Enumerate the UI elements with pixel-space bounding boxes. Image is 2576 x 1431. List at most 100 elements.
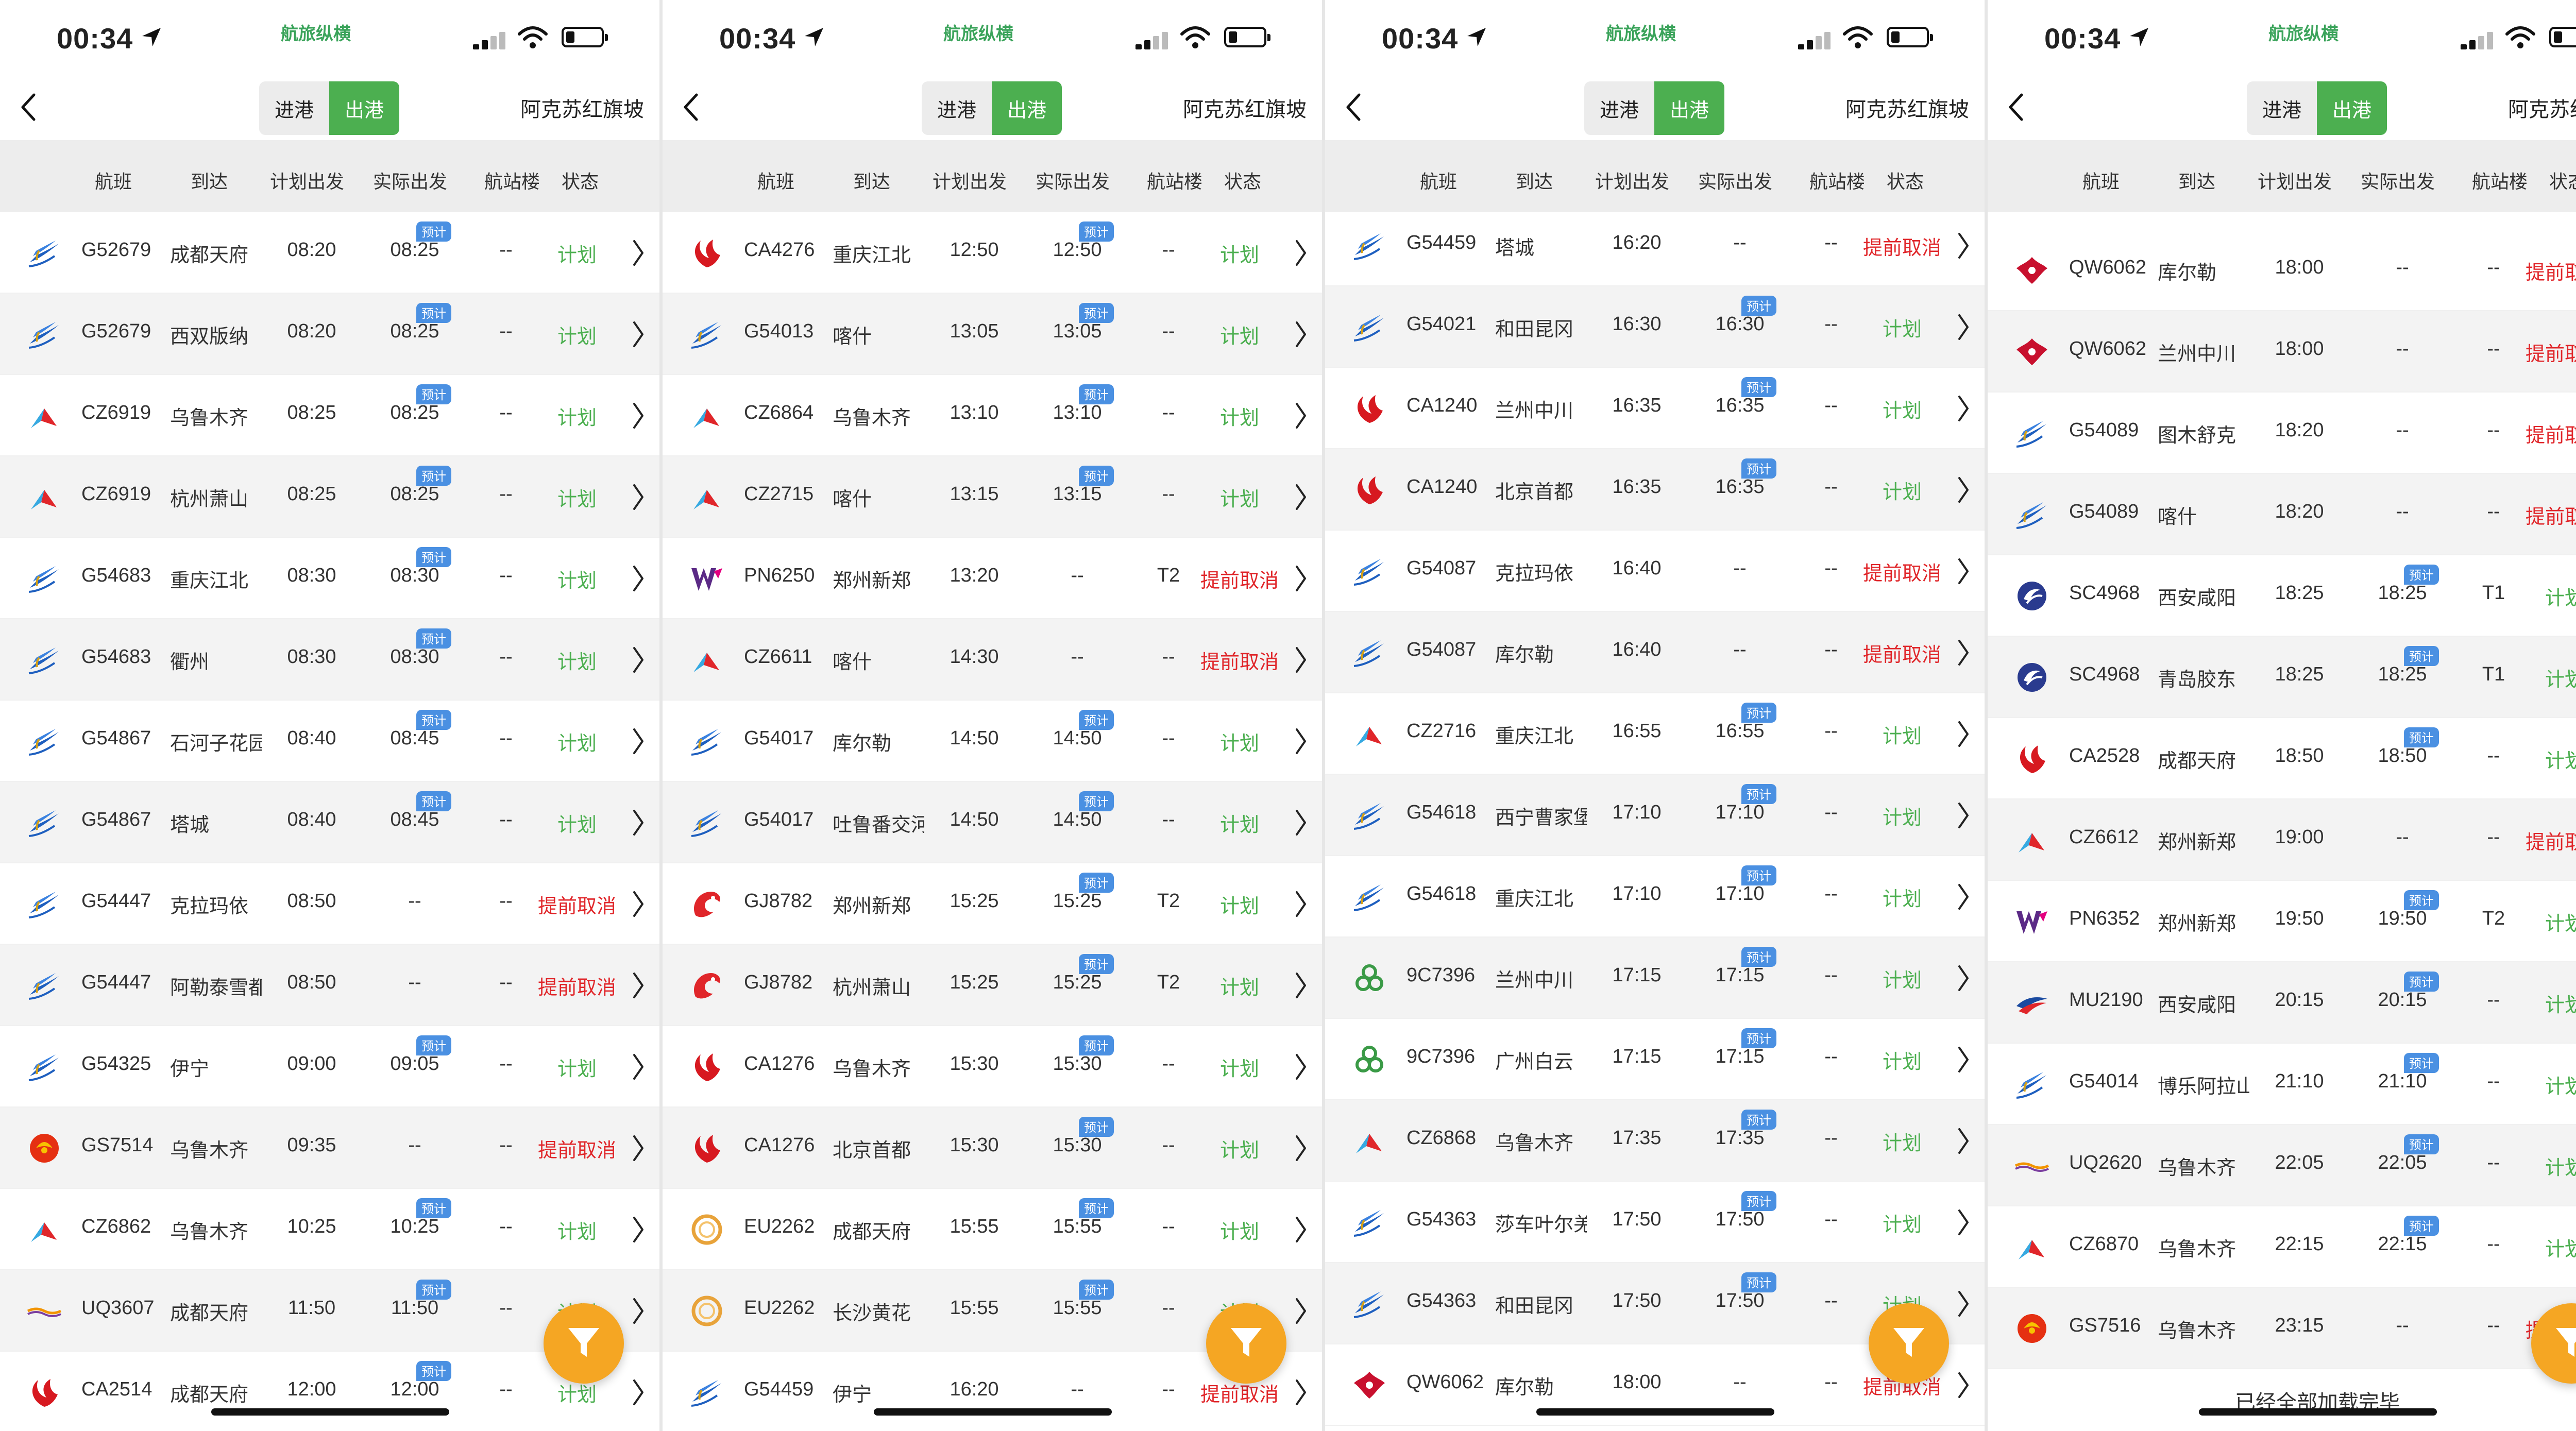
chevron-right-icon[interactable] <box>631 319 646 349</box>
flight-row[interactable]: CA1276 乌鲁木齐 15:30 15:30 -- 计划 预计 <box>663 1026 1322 1108</box>
flight-row[interactable]: CZ6919 杭州萧山 08:25 08:25 -- 计划 预计 <box>0 456 659 538</box>
chevron-right-icon[interactable] <box>631 970 646 1000</box>
flight-row[interactable]: CZ6611 喀什 14:30 -- -- 提前取消 <box>663 619 1322 701</box>
flight-row[interactable]: G54089喀什18:20----提前取消 <box>1988 474 2576 555</box>
chevron-right-icon[interactable] <box>1294 238 1308 268</box>
flight-row[interactable]: CA1276 北京首都 15:30 15:30 -- 计划 预计 <box>663 1108 1322 1189</box>
tab-arrivals[interactable]: 进港 <box>259 81 329 135</box>
chevron-right-icon[interactable] <box>631 564 646 593</box>
flight-row[interactable]: CZ6919 乌鲁木齐 08:25 08:25 -- 计划 预计 <box>0 375 659 456</box>
chevron-right-icon[interactable] <box>1956 1045 1971 1075</box>
filter-button[interactable] <box>544 1303 624 1384</box>
filter-button[interactable] <box>1206 1303 1286 1384</box>
chevron-right-icon[interactable] <box>1294 564 1308 593</box>
flight-row[interactable]: G54014博乐阿拉山口21:1021:10--计划预计 <box>1988 1044 2576 1125</box>
flight-row[interactable]: G54087 库尔勒 16:40 -- -- 提前取消 <box>1325 612 1985 693</box>
chevron-right-icon[interactable] <box>631 726 646 756</box>
flight-row[interactable]: GJ8782 郑州新郑 15:25 15:25 T2 计划 预计 <box>663 863 1322 945</box>
flight-row[interactable]: GS7514 乌鲁木齐 09:35 -- -- 提前取消 <box>0 1108 659 1189</box>
chevron-right-icon[interactable] <box>1294 482 1308 512</box>
flight-row[interactable]: CA1240 北京首都 16:35 16:35 -- 计划 预计 <box>1325 449 1985 531</box>
flight-row[interactable]: QW6062库尔勒18:00----提前取消 <box>1988 230 2576 311</box>
flight-row[interactable]: G54683 重庆江北 08:30 08:30 -- 计划 预计 <box>0 538 659 619</box>
flight-row[interactable]: G54618 重庆江北 17:10 17:10 -- 计划 预计 <box>1325 856 1985 938</box>
chevron-right-icon[interactable] <box>631 401 646 431</box>
flight-row[interactable]: G54013 喀什 13:05 13:05 -- 计划 预计 <box>663 294 1322 375</box>
chevron-right-icon[interactable] <box>1956 231 1971 261</box>
chevron-right-icon[interactable] <box>1956 800 1971 830</box>
flight-row[interactable]: EU2262 成都天府 15:55 15:55 -- 计划 预计 <box>663 1189 1322 1270</box>
flight-row[interactable]: CA1240 兰州中川 16:35 16:35 -- 计划 预计 <box>1325 368 1985 449</box>
flight-row[interactable]: 9C7396 广州白云 17:15 17:15 -- 计划 预计 <box>1325 1019 1985 1100</box>
chevron-right-icon[interactable] <box>1956 475 1971 505</box>
flight-row[interactable]: G54447 阿勒泰雪都 08:50 -- -- 提前取消 <box>0 945 659 1026</box>
chevron-right-icon[interactable] <box>631 808 646 838</box>
flight-row[interactable]: G54459 塔城 16:20 -- -- 提前取消 <box>1325 205 1985 286</box>
flight-row[interactable]: MU2190 西安咸阳 20:15 20:15 -- 计划 预计 <box>1988 962 2576 1044</box>
chevron-right-icon[interactable] <box>1294 401 1308 431</box>
chevron-right-icon[interactable] <box>1294 808 1308 838</box>
back-arrow-icon[interactable] <box>1344 92 1364 123</box>
chevron-right-icon[interactable] <box>1294 970 1308 1000</box>
chevron-right-icon[interactable] <box>1956 1370 1971 1400</box>
chevron-right-icon[interactable] <box>1956 1289 1971 1319</box>
flight-row[interactable]: PN6250 郑州新郑 13:20 -- T2 提前取消 <box>663 538 1322 619</box>
tab-departures[interactable]: 出港 <box>2317 81 2387 135</box>
back-arrow-icon[interactable] <box>19 92 39 123</box>
chevron-right-icon[interactable] <box>631 1215 646 1245</box>
chevron-right-icon[interactable] <box>1294 1377 1308 1407</box>
chevron-right-icon[interactable] <box>1294 1296 1308 1326</box>
tab-arrivals[interactable]: 进港 <box>922 81 992 135</box>
flight-row[interactable]: G54325 伊宁 09:00 09:05 -- 计划 预计 <box>0 1026 659 1108</box>
chevron-right-icon[interactable] <box>1294 1052 1308 1082</box>
flight-row[interactable]: SC4968 西安咸阳 18:25 18:25 T1 计划 预计 <box>1988 555 2576 637</box>
chevron-right-icon[interactable] <box>1294 1133 1308 1163</box>
flight-row[interactable]: G52679 西双版纳 08:20 08:25 -- 计划 预计 <box>0 294 659 375</box>
flight-row[interactable]: G54447 克拉玛依 08:50 -- -- 提前取消 <box>0 863 659 945</box>
chevron-right-icon[interactable] <box>1956 882 1971 912</box>
chevron-right-icon[interactable] <box>631 1052 646 1082</box>
chevron-right-icon[interactable] <box>1294 889 1308 919</box>
chevron-right-icon[interactable] <box>631 889 646 919</box>
chevron-right-icon[interactable] <box>1956 963 1971 993</box>
chevron-right-icon[interactable] <box>1956 556 1971 586</box>
flight-row[interactable]: CA4276 重庆江北 12:50 12:50 -- 计划 预计 <box>663 212 1322 294</box>
tab-arrivals[interactable]: 进港 <box>2247 81 2317 135</box>
flight-row[interactable]: UQ2620 乌鲁木齐 22:05 22:05 -- 计划 预计 <box>1988 1125 2576 1206</box>
flight-row[interactable]: CZ2715 喀什 13:15 13:15 -- 计划 预计 <box>663 456 1322 538</box>
flight-row[interactable]: G54618 西宁曹家堡 17:10 17:10 -- 计划 预计 <box>1325 775 1985 856</box>
flight-row[interactable]: 9C7396 兰州中川 17:15 17:15 -- 计划 预计 <box>1325 938 1985 1019</box>
tab-departures[interactable]: 出港 <box>329 81 399 135</box>
flight-row[interactable]: CZ6864 乌鲁木齐 13:10 13:10 -- 计划 预计 <box>663 375 1322 456</box>
chevron-right-icon[interactable] <box>1294 1215 1308 1245</box>
flight-row[interactable]: G54017 库尔勒 14:50 14:50 -- 计划 预计 <box>663 701 1322 782</box>
chevron-right-icon[interactable] <box>631 645 646 675</box>
flight-row[interactable]: G54089图木舒克18:20----提前取消 <box>1988 393 2576 474</box>
flight-row[interactable]: CZ6868 乌鲁木齐 17:35 17:35 -- 计划 预计 <box>1325 1100 1985 1182</box>
tab-arrivals[interactable]: 进港 <box>1584 81 1654 135</box>
chevron-right-icon[interactable] <box>1956 1126 1971 1156</box>
back-arrow-icon[interactable] <box>681 92 702 123</box>
chevron-right-icon[interactable] <box>631 1377 646 1407</box>
flight-row[interactable]: CZ6870 乌鲁木齐 22:15 22:15 -- 计划 预计 <box>1988 1206 2576 1288</box>
back-arrow-icon[interactable] <box>2006 92 2027 123</box>
flight-row[interactable]: SC4968 青岛胶东 18:25 18:25 T1 计划 预计 <box>1988 637 2576 718</box>
chevron-right-icon[interactable] <box>631 1133 646 1163</box>
flight-row[interactable]: G54021 和田昆冈 16:30 16:30 -- 计划 预计 <box>1325 286 1985 368</box>
flight-row[interactable]: G54087 克拉玛依 16:40 -- -- 提前取消 <box>1325 531 1985 612</box>
tab-departures[interactable]: 出港 <box>1654 81 1724 135</box>
flight-row[interactable]: G54683 衢州 08:30 08:30 -- 计划 预计 <box>0 619 659 701</box>
flight-row[interactable]: CZ6612郑州新郑19:00----提前取消 <box>1988 799 2576 881</box>
chevron-right-icon[interactable] <box>1956 638 1971 668</box>
flight-row[interactable]: CA2528 成都天府 18:50 18:50 -- 计划 预计 <box>1988 718 2576 799</box>
chevron-right-icon[interactable] <box>631 482 646 512</box>
chevron-right-icon[interactable] <box>1294 645 1308 675</box>
flight-row[interactable]: G54017 吐鲁番交河 14:50 14:50 -- 计划 预计 <box>663 782 1322 863</box>
flight-row[interactable]: G54867 塔城 08:40 08:45 -- 计划 预计 <box>0 782 659 863</box>
chevron-right-icon[interactable] <box>1956 719 1971 749</box>
flight-row[interactable]: PN6352 郑州新郑 19:50 19:50 T2 计划 预计 <box>1988 881 2576 962</box>
chevron-right-icon[interactable] <box>631 1296 646 1326</box>
tab-departures[interactable]: 出港 <box>992 81 1062 135</box>
flight-row[interactable]: GJ8782 杭州萧山 15:25 15:25 T2 计划 预计 <box>663 945 1322 1026</box>
flight-row[interactable]: CZ6862 乌鲁木齐 10:25 10:25 -- 计划 预计 <box>0 1189 659 1270</box>
